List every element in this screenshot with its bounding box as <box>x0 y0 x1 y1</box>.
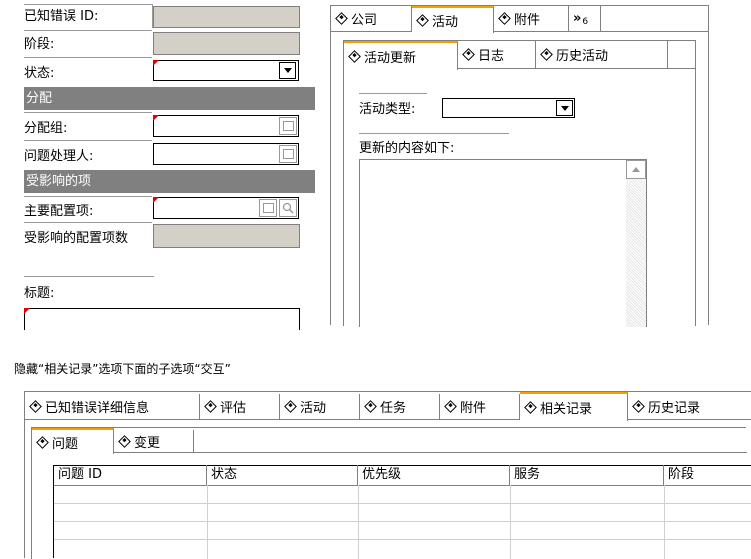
problem-handler-label: 问题处理人: <box>24 149 94 164</box>
affected-ci-count-label: 受影响的配置项数 <box>24 231 129 246</box>
diamond-icon <box>364 400 377 413</box>
diamond-icon <box>444 400 457 413</box>
known-error-id-field <box>153 6 300 28</box>
subtab-history-activity[interactable]: 历史活动 <box>536 41 668 68</box>
diamond-icon <box>498 12 511 25</box>
tab-attachment[interactable]: 附件 <box>440 394 520 419</box>
tab-activity[interactable]: 活动 <box>412 6 494 33</box>
diamond-icon <box>462 48 475 61</box>
affected-items-section-header: 受影响的项 <box>24 170 315 193</box>
stage-field <box>153 32 300 55</box>
activity-type-label: 活动类型: <box>359 102 416 117</box>
assignment-group-label: 分配组: <box>24 121 68 136</box>
diamond-icon <box>29 400 42 413</box>
title-input[interactable] <box>24 308 300 330</box>
update-content-label: 更新的内容如下: <box>359 141 455 156</box>
known-error-id-label: 已知错误 ID: <box>24 9 99 24</box>
problem-handler-picker-icon[interactable] <box>279 145 297 163</box>
diamond-icon <box>36 435 49 449</box>
main-ci-input[interactable] <box>153 197 299 219</box>
diamond-icon <box>632 400 645 413</box>
main-ci-label: 主要配置项: <box>24 204 94 219</box>
column-header-status[interactable]: 状态 <box>207 465 358 485</box>
problem-handler-input[interactable] <box>153 143 299 165</box>
diamond-icon <box>348 50 361 63</box>
assignment-section-header: 分配 <box>24 87 315 110</box>
instruction-text: 隐藏“相关记录”选项下面的子选项“交互” <box>14 362 231 376</box>
tab-company[interactable]: 公司 <box>331 6 412 31</box>
double-chevron-icon: » <box>573 11 582 26</box>
main-ci-picker-icon[interactable] <box>259 199 277 217</box>
diamond-icon <box>284 400 297 413</box>
status-select[interactable] <box>153 60 299 81</box>
required-marker <box>153 197 159 203</box>
diamond-icon <box>524 401 537 414</box>
tab-related-records[interactable]: 相关记录 <box>520 392 628 421</box>
status-label: 状态: <box>24 66 55 81</box>
diamond-icon <box>416 14 429 27</box>
search-icon[interactable] <box>279 199 297 217</box>
column-header-stage[interactable]: 阶段 <box>664 465 751 485</box>
subtab-problem[interactable]: 问题 <box>32 428 114 454</box>
tab-tasks[interactable]: 任务 <box>360 394 440 419</box>
column-header-problem-id[interactable]: 问题 ID <box>54 465 207 485</box>
chevron-down-icon <box>560 105 569 111</box>
scroll-up-arrow[interactable] <box>626 160 646 179</box>
subtab-change[interactable]: 变更 <box>114 430 194 452</box>
tab-history-records[interactable]: 历史记录 <box>628 394 751 419</box>
affected-ci-count-field <box>153 224 300 248</box>
column-header-priority[interactable]: 优先级 <box>358 465 510 485</box>
chevron-down-icon <box>283 68 292 73</box>
right-tab-panel: 公司 活动 附件 » 6 活动更新 日志 历史活动 活动类型: 更新的内容如下: <box>330 5 709 327</box>
diamond-icon <box>204 400 217 413</box>
diamond-icon <box>118 434 131 448</box>
tab-overflow-button[interactable]: » 6 <box>569 6 601 31</box>
activity-type-dropdown-button[interactable] <box>556 100 573 116</box>
subtab-activity-update[interactable]: 活动更新 <box>344 41 458 70</box>
vertical-scrollbar[interactable] <box>626 160 646 327</box>
tab-activity[interactable]: 活动 <box>280 394 360 419</box>
diamond-icon <box>335 12 348 25</box>
overflow-count: 6 <box>582 16 589 27</box>
assignment-group-input[interactable] <box>153 115 299 137</box>
diamond-icon <box>540 48 553 61</box>
subtab-log[interactable]: 日志 <box>458 41 536 68</box>
status-dropdown-button[interactable] <box>279 62 296 79</box>
assignment-group-picker-icon[interactable] <box>279 117 297 135</box>
required-marker <box>153 60 159 66</box>
update-content-textarea[interactable] <box>359 159 647 327</box>
column-header-service[interactable]: 服务 <box>510 465 664 485</box>
stage-label: 阶段: <box>24 37 55 52</box>
required-marker <box>24 308 30 314</box>
tab-attachment[interactable]: 附件 <box>494 6 569 31</box>
tab-evaluation[interactable]: 评估 <box>200 394 280 419</box>
activity-subpanel: 活动更新 日志 历史活动 活动类型: 更新的内容如下: <box>343 40 696 327</box>
required-marker <box>153 115 159 121</box>
chevron-up-icon <box>632 167 640 172</box>
title-label: 标题: <box>24 286 55 301</box>
tab-known-error-details[interactable]: 已知错误详细信息 <box>25 394 200 419</box>
